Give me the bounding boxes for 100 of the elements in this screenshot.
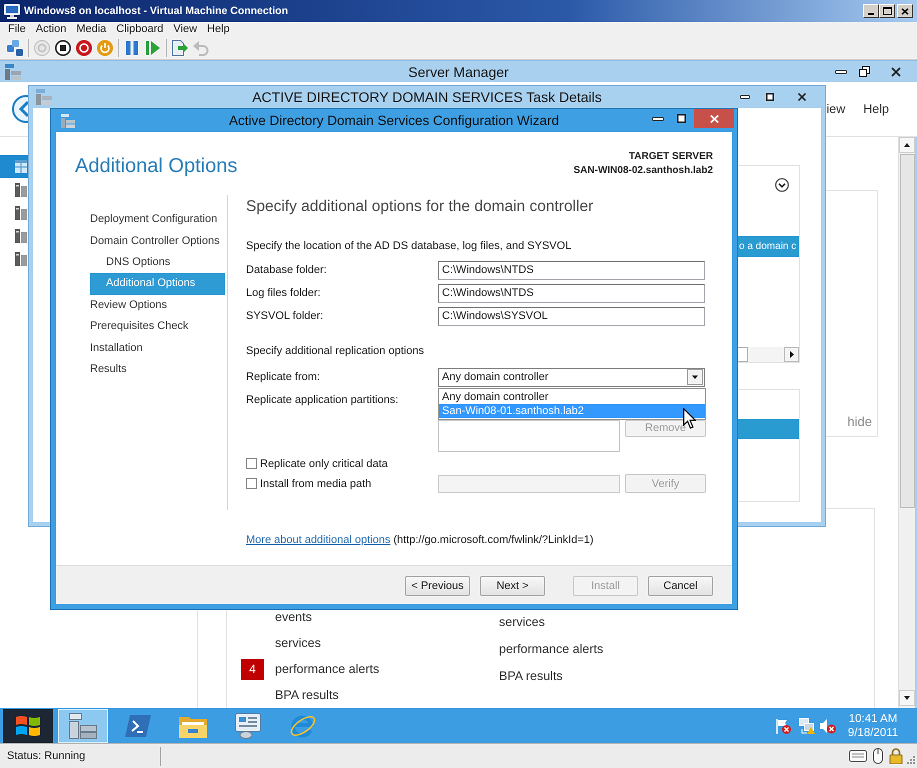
- close-icon[interactable]: [891, 66, 901, 76]
- tile-link[interactable]: BPA results: [499, 668, 563, 683]
- tile-link[interactable]: BPA results: [275, 688, 339, 702]
- menu-item[interactable]: Action: [30, 22, 72, 36]
- close-icon: [901, 8, 909, 14]
- chevron-down-icon[interactable]: [775, 178, 789, 192]
- wizard-step[interactable]: Review Options: [90, 294, 225, 316]
- page-title: Additional Options: [75, 154, 238, 179]
- mouse-icon: [873, 748, 883, 764]
- menu-link[interactable]: Help: [863, 102, 889, 116]
- menu-item[interactable]: Media: [71, 22, 112, 36]
- section-heading: Specify additional options for the domain controller: [246, 197, 594, 217]
- minimize-icon[interactable]: [835, 70, 847, 74]
- wizard-step[interactable]: Deployment Configuration: [90, 209, 225, 231]
- wizard-step[interactable]: Results: [90, 359, 225, 380]
- server-icon: [15, 182, 27, 196]
- wizard-step[interactable]: Installation: [90, 338, 225, 360]
- checkbox-label[interactable]: Replicate only critical data: [260, 458, 388, 470]
- menu-item[interactable]: View: [168, 22, 202, 36]
- text-field[interactable]: C:\Windows\SYSVOL: [438, 306, 705, 326]
- maximize-button[interactable]: [879, 4, 895, 18]
- window-title: ACTIVE DIRECTORY DOMAIN SERVICES Task Details: [252, 89, 602, 105]
- close-icon[interactable]: [798, 93, 806, 101]
- server-icon: [15, 252, 27, 266]
- play-icon[interactable]: [145, 40, 161, 56]
- tile-link[interactable]: services: [499, 615, 545, 630]
- text-field[interactable]: C:\Windows\NTDS: [438, 260, 705, 280]
- network-icon[interactable]: [799, 718, 815, 734]
- maximize-icon[interactable]: [766, 93, 774, 101]
- menu-item[interactable]: Help: [202, 22, 235, 36]
- more-info-link[interactable]: More about additional options: [246, 532, 390, 548]
- window-title: Server Manager: [408, 64, 509, 80]
- server-stack-icon: [69, 712, 97, 738]
- four-color-logo-icon: [15, 714, 41, 738]
- vertical-scrollbar[interactable]: [898, 137, 915, 708]
- dialog-button[interactable]: < Previous: [405, 576, 470, 596]
- target-server-name: SAN-WIN08-02.santhosh.lab2: [574, 164, 713, 178]
- checkbox[interactable]: [246, 478, 257, 489]
- dropdown[interactable]: Any domain controller: [438, 368, 705, 386]
- server-stack-icon: [36, 89, 52, 105]
- restore-icon[interactable]: [859, 66, 870, 77]
- wizard-step[interactable]: Domain Controller Options: [90, 230, 225, 252]
- row-label: o a domain c: [739, 241, 796, 252]
- tile-link[interactable]: services: [275, 636, 321, 650]
- taskbar-button[interactable]: [58, 708, 108, 742]
- server-stack-icon: [5, 64, 21, 80]
- monitor-icon: [4, 4, 20, 18]
- field-label: Replicate from:: [246, 371, 321, 383]
- document-arrow-icon[interactable]: [172, 40, 188, 56]
- maximize-icon[interactable]: [677, 114, 686, 123]
- url-text: (http://go.microsoft.com/fwlink/?LinkId=1): [393, 532, 594, 548]
- server-stack-icon: [61, 114, 75, 128]
- resize-grip-icon[interactable]: [907, 756, 915, 764]
- dashboard-icon: [15, 160, 27, 173]
- checkbox[interactable]: [246, 458, 257, 469]
- menu-item[interactable]: Clipboard: [111, 22, 168, 36]
- stop-icon[interactable]: [55, 40, 71, 56]
- tile-link[interactable]: performance alerts: [275, 662, 380, 676]
- close-button[interactable]: [897, 4, 913, 18]
- close-icon: [710, 114, 718, 122]
- scroll-thumb[interactable]: [900, 154, 914, 508]
- field-label: Log files folder:: [246, 287, 322, 299]
- minimize-icon[interactable]: [652, 116, 664, 120]
- tile-link[interactable]: performance alerts: [499, 642, 604, 656]
- muted-speaker-icon[interactable]: [820, 718, 836, 734]
- power-ring-icon[interactable]: [76, 40, 92, 56]
- window-title: Windows8 on localhost - Virtual Machine Connection: [24, 5, 288, 17]
- field-label: Replicate application partitions:: [246, 392, 400, 406]
- dialog-button[interactable]: Cancel: [648, 576, 713, 596]
- target-server-label: TARGET SERVER: [628, 150, 713, 164]
- menu-link[interactable]: iew: [826, 102, 846, 116]
- dropdown-option[interactable]: Any domain controller: [439, 390, 705, 404]
- wizard-step[interactable]: Prerequisites Check: [90, 316, 225, 338]
- field-label: SYSVOL folder:: [246, 310, 324, 322]
- instruction-text: Specify the location of the AD DS database, log files, and SYSVOL: [246, 239, 572, 254]
- status-text: Status: Running: [6, 750, 86, 762]
- minimize-button[interactable]: [863, 4, 879, 18]
- lock-icon: [889, 748, 903, 764]
- control-panel-icon: [235, 712, 261, 738]
- minimize-icon: [868, 13, 874, 15]
- instruction-text: Specify additional replication options: [246, 344, 424, 359]
- alert-count-badge: 4: [241, 658, 264, 680]
- flag-icon[interactable]: [775, 718, 791, 734]
- field-label: Database folder:: [246, 264, 328, 276]
- server-icon: [15, 206, 27, 220]
- checkbox-label[interactable]: Install from media path: [260, 478, 372, 490]
- terminal-icon: [125, 714, 151, 736]
- wizard-step[interactable]: DNS Options: [90, 252, 225, 274]
- pause-icon[interactable]: [124, 40, 140, 56]
- menu-item[interactable]: File: [3, 22, 31, 36]
- minimize-icon[interactable]: [740, 95, 750, 99]
- keys-icon[interactable]: [7, 40, 23, 56]
- dialog-button[interactable]: Next >: [480, 576, 545, 596]
- sidebar-item[interactable]: [0, 155, 28, 178]
- window-title: Active Directory Domain Services Configuration Wizard: [228, 113, 560, 128]
- text-field[interactable]: C:\Windows\NTDS: [438, 284, 705, 302]
- maximize-icon: [882, 7, 892, 15]
- start-button[interactable]: [3, 708, 53, 742]
- tile-link[interactable]: events: [275, 610, 312, 624]
- keyboard-icon: [849, 750, 867, 762]
